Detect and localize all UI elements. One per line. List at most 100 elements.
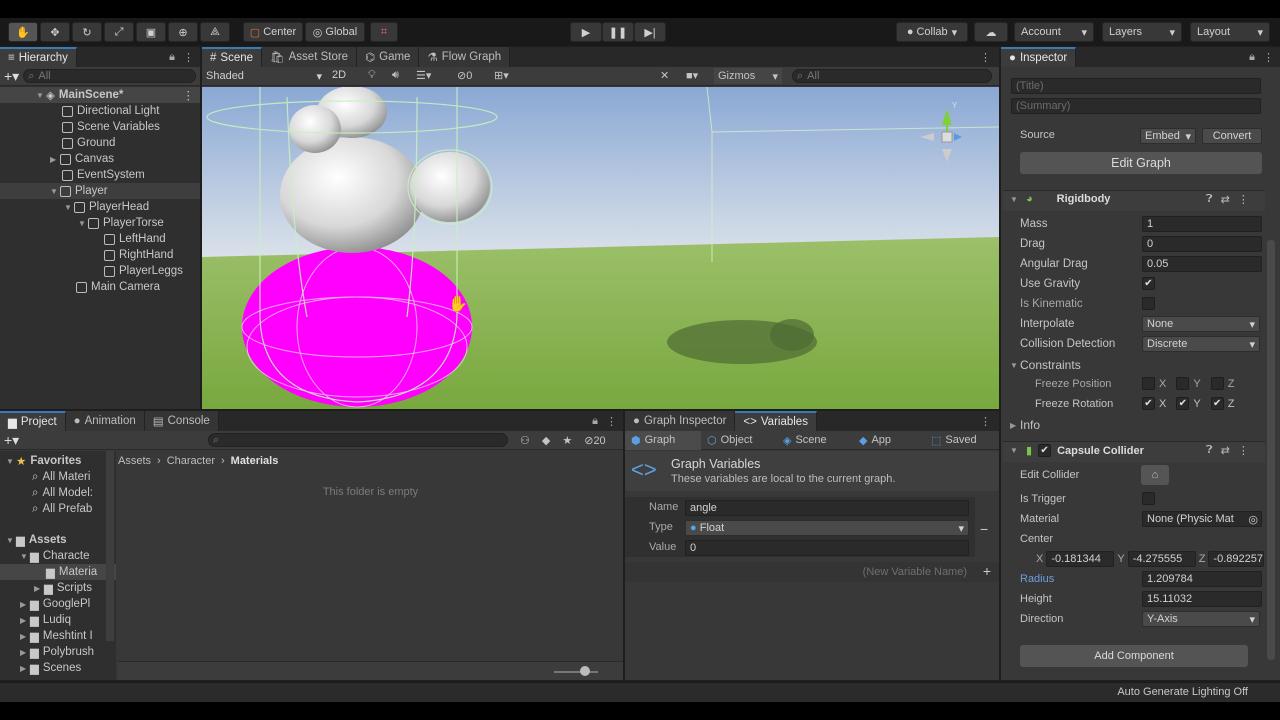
transform-tool-button[interactable]: ⊕ [168, 22, 198, 42]
shading-dropdown[interactable]: Shaded ▾ [206, 68, 322, 84]
scene-viewport[interactable]: ✋ Y [202, 87, 999, 409]
filter-label-icon[interactable]: ◆ [542, 434, 550, 447]
freeze-rot-z-checkbox[interactable]: ✔ [1210, 397, 1224, 410]
hierarchy-item-righthand[interactable]: RightHand [0, 247, 200, 263]
folder-item[interactable]: ▼ ▆ Characte [0, 548, 116, 564]
more-icon[interactable]: ⋮ [1238, 444, 1249, 457]
tab-console[interactable]: ▤ Console [144, 411, 219, 431]
collab-dropdown[interactable]: ● Collab ▾ [896, 22, 968, 42]
folder-item[interactable]: ▶ ▆ GooglePl [0, 596, 116, 612]
hidden-count[interactable]: ⊘20 [584, 434, 605, 447]
hierarchy-item-playerleggs[interactable]: PlayerLeggs [0, 263, 200, 279]
add-variable-button[interactable]: + [983, 563, 991, 579]
help-icon[interactable]: ❓︎ [1206, 193, 1213, 206]
effects-icon[interactable]: ☰▾ [416, 69, 431, 82]
tab-variables[interactable]: <> Variables [735, 411, 817, 431]
scale-tool-button[interactable]: ⤢ [104, 22, 134, 42]
more-icon[interactable]: ⋮ [972, 51, 999, 64]
variable-value-input[interactable]: 0 [685, 540, 969, 556]
hierarchy-item-canvas[interactable]: ▶ Canvas [0, 151, 200, 167]
scope-tab-app[interactable]: ◆ App [853, 431, 925, 450]
object-picker-icon[interactable]: ◎ [1248, 513, 1258, 526]
favorite-item[interactable]: ⌕ All Materi [0, 469, 116, 485]
tab-flow-graph[interactable]: ⚗ Flow Graph [419, 47, 511, 67]
more-icon[interactable]: ⋮ [183, 51, 194, 64]
player-hand-sphere[interactable] [410, 152, 490, 222]
custom-tool-button[interactable]: ⟁ [200, 22, 230, 42]
source-dropdown[interactable]: Embed ▾ [1140, 128, 1196, 144]
is-kinematic-checkbox[interactable] [1142, 297, 1155, 310]
height-input[interactable]: 15.11032 [1142, 591, 1262, 607]
tab-graph-inspector[interactable]: ● Graph Inspector [625, 411, 736, 431]
info-foldout[interactable]: ▶ Info [1010, 418, 1040, 432]
preset-icon[interactable]: ⇄ [1221, 444, 1230, 457]
freeze-pos-y-checkbox[interactable] [1176, 377, 1190, 390]
camera-icon[interactable]: ■▾ [686, 69, 698, 82]
folder-item-selected[interactable]: ▆ Materia [0, 564, 116, 580]
favorites-header[interactable]: ▼ ★ Favorites [0, 453, 116, 469]
favorite-item[interactable]: ⌕ All Prefab [0, 501, 116, 517]
hierarchy-item-playertorse[interactable]: ▼ PlayerTorse [0, 215, 200, 231]
add-icon[interactable]: +▾ [4, 68, 19, 85]
add-icon[interactable]: +▾ [4, 432, 34, 449]
lock-icon[interactable]: 🔒︎ [1249, 51, 1255, 64]
scope-tab-scene[interactable]: ◈ Scene [777, 431, 853, 450]
hidden-objects-toggle[interactable]: ⊘0 [457, 69, 472, 82]
favorite-item[interactable]: ⌕ All Model: [0, 485, 116, 501]
hand-tool-button[interactable]: ✋ [8, 22, 38, 42]
player-legs-sphere[interactable] [242, 247, 472, 407]
more-icon[interactable]: ⋮ [606, 415, 617, 428]
capsule-enabled-checkbox[interactable]: ✔ [1038, 444, 1052, 457]
more-icon[interactable]: ⋮ [1263, 51, 1274, 64]
hierarchy-item-main-camera[interactable]: Main Camera [0, 279, 200, 295]
account-dropdown[interactable]: Account ▾ [1014, 22, 1094, 42]
center-z-input[interactable]: -0.892257 [1208, 551, 1265, 567]
hierarchy-item-lefthand[interactable]: LeftHand [0, 231, 200, 247]
tab-inspector[interactable]: ● Inspector [1001, 47, 1077, 67]
assets-header[interactable]: ▼ ▆ Assets [0, 532, 116, 548]
graph-summary-input[interactable]: (Summary) [1011, 98, 1261, 114]
breadcrumb-item[interactable]: Character [167, 455, 215, 467]
tab-animation[interactable]: ● Animation [65, 411, 145, 431]
hierarchy-item-directional-light[interactable]: Directional Light [0, 103, 200, 119]
grid-toggle-icon[interactable]: ⊞▾ [494, 69, 509, 82]
edit-graph-button[interactable]: Edit Graph [1020, 152, 1262, 174]
collapse-arrow-icon[interactable]: ▼ [64, 203, 74, 212]
hierarchy-item-ground[interactable]: Ground [0, 135, 200, 151]
collapse-arrow-icon[interactable]: ▼ [78, 219, 88, 228]
folder-item[interactable]: ▶ ▆ Ludiq [0, 612, 116, 628]
player-torso-sphere[interactable] [280, 137, 424, 253]
freeze-rot-x-checkbox[interactable]: ✔ [1142, 397, 1155, 410]
filter-type-icon[interactable]: ⚇ [520, 434, 530, 447]
is-trigger-checkbox[interactable] [1142, 492, 1155, 505]
rect-tool-button[interactable]: ▣ [136, 22, 166, 42]
center-x-input[interactable]: -0.181344 [1046, 551, 1115, 567]
breadcrumb-item[interactable]: Assets [118, 455, 151, 467]
tab-scene[interactable]: # Scene [202, 47, 263, 67]
step-button[interactable]: ▶| [634, 22, 666, 42]
tab-asset-store[interactable]: 🛍︎ Asset Store [262, 47, 358, 67]
collapse-arrow-icon[interactable]: ▼ [50, 187, 60, 196]
variable-name-input[interactable]: angle [685, 500, 969, 516]
project-search-input[interactable]: ⌕ [208, 433, 508, 447]
inspector-scrollbar[interactable] [1267, 240, 1275, 660]
gizmo-center[interactable] [941, 131, 953, 143]
variable-type-dropdown[interactable]: ● Float ▾ [685, 520, 969, 536]
hierarchy-item-scene-variables[interactable]: Scene Variables [0, 119, 200, 135]
tab-game[interactable]: ⌬ Game [357, 47, 420, 67]
snap-button[interactable]: ⌗ [370, 22, 398, 42]
pause-button[interactable]: ❚❚ [602, 22, 634, 42]
lock-icon[interactable]: 🔒︎ [169, 51, 175, 64]
direction-dropdown[interactable]: Y-Axis ▾ [1142, 611, 1260, 627]
scene-search-input[interactable]: ⌕ All [792, 69, 992, 83]
hierarchy-item-player[interactable]: ▼ Player [0, 183, 200, 199]
freeze-pos-x-checkbox[interactable] [1142, 377, 1155, 390]
cloud-button[interactable]: ☁ [974, 22, 1008, 42]
material-field[interactable]: None (Physic Mat ◎ [1142, 511, 1262, 527]
preset-icon[interactable]: ⇄ [1221, 193, 1230, 206]
mass-input[interactable]: 1 [1142, 216, 1262, 232]
constraints-foldout[interactable]: ▼ Constraints [1010, 358, 1081, 372]
new-variable-name-input[interactable]: (New Variable Name) [863, 566, 967, 578]
favorite-star-icon[interactable]: ★ [562, 434, 572, 447]
pivot-center-button[interactable]: ▢ Center [243, 22, 303, 42]
